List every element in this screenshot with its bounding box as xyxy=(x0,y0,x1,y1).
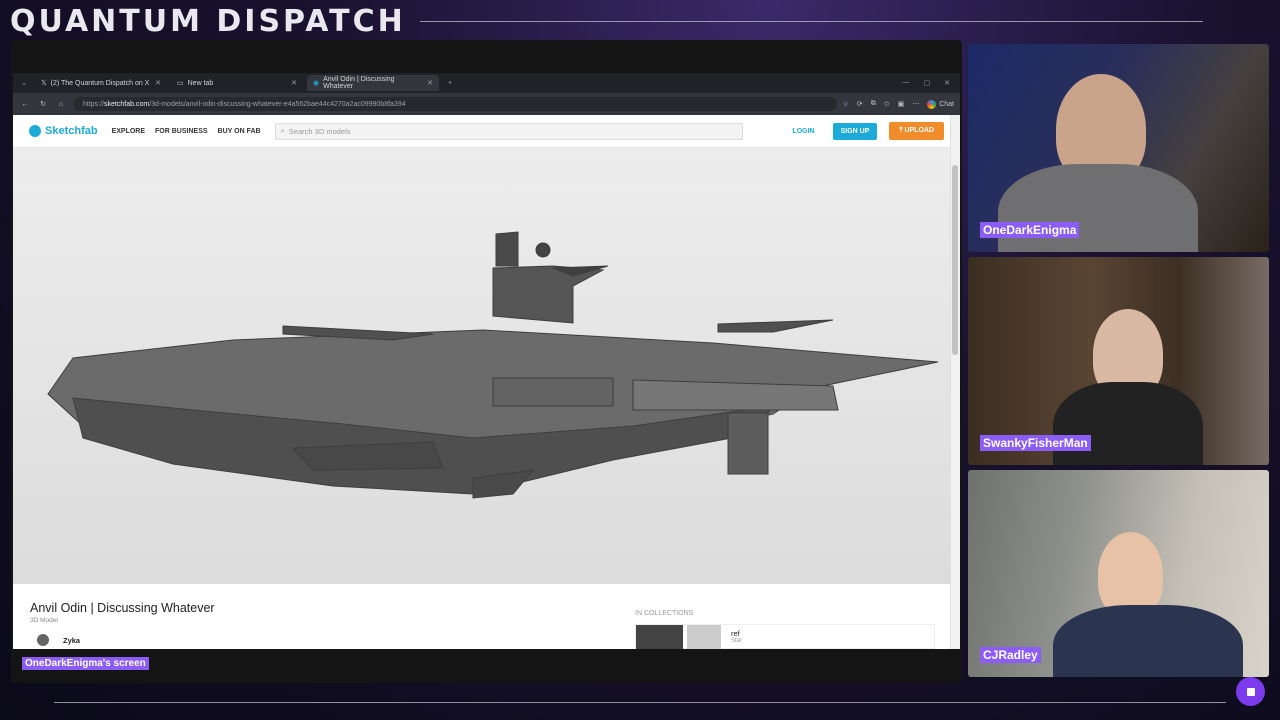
collection-sub: Star xyxy=(731,638,743,644)
reload-icon[interactable]: ↻ xyxy=(37,100,49,108)
tab-label: Anvil Odin | Discussing Whatever xyxy=(323,76,395,90)
nav-explore[interactable]: EXPLORE xyxy=(112,128,145,135)
nav-for-business[interactable]: FOR BUSINESS xyxy=(155,128,208,135)
author-row[interactable]: Zyka xyxy=(37,634,80,646)
x-logo-icon: 𝕏 xyxy=(41,80,47,87)
upload-label: UPLOAD xyxy=(904,127,934,134)
collection-thumbnail xyxy=(687,625,721,649)
collection-text: ref Star xyxy=(725,625,742,648)
stop-icon xyxy=(1246,687,1255,696)
webcam-onedarkenigma: OneDarkEnigma xyxy=(968,44,1269,252)
chat-label: Chat xyxy=(939,100,954,108)
favorites-icon[interactable]: ✩ xyxy=(884,100,890,108)
webcam-swankyfisherman: SwankyFisherMan xyxy=(968,257,1269,465)
search-icon: ⌕ xyxy=(280,126,285,135)
url-field[interactable]: https://sketchfab.com/3d-models/anvil-od… xyxy=(73,97,837,111)
close-window-icon[interactable]: ✕ xyxy=(944,79,950,87)
copilot-icon xyxy=(927,99,937,109)
browser-window: ⌄ 𝕏 (2) The Quantum Dispatch on X ✕ ▭ Ne… xyxy=(13,73,960,649)
spaceship-model xyxy=(47,231,939,499)
chat-button[interactable]: Chat xyxy=(927,99,954,109)
sketchfab-logo-icon xyxy=(29,125,41,137)
streamer-body xyxy=(1053,382,1203,465)
collection-item[interactable]: ref Star xyxy=(635,624,935,649)
page-scrollbar[interactable] xyxy=(950,115,960,649)
nav-buy-on-fab[interactable]: BUY ON FAB xyxy=(218,128,261,135)
screen-share-label: OneDarkEnigma's screen xyxy=(22,657,149,670)
logo-text: Sketchfab xyxy=(45,125,98,137)
webcam-cjradley: CJRadley xyxy=(968,470,1269,677)
model-type: 3D Model xyxy=(30,617,58,624)
cam-name-label: SwankyFisherMan xyxy=(980,435,1091,451)
star-icon[interactable]: ☆ xyxy=(843,100,849,108)
cam-name-label: OneDarkEnigma xyxy=(980,222,1080,238)
author-name[interactable]: Zyka xyxy=(63,636,80,645)
footer-divider xyxy=(54,702,1226,703)
close-tab-icon[interactable]: ✕ xyxy=(155,79,161,87)
collection-thumbnail xyxy=(636,625,683,649)
close-tab-icon[interactable]: ✕ xyxy=(427,79,433,87)
search-input[interactable]: ⌕ Search 3D models xyxy=(274,122,743,140)
model-viewer[interactable] xyxy=(13,148,950,584)
tab-label: (2) The Quantum Dispatch on X xyxy=(50,79,150,87)
model-title: Anvil Odin | Discussing Whatever xyxy=(30,601,215,615)
brand-title: QUANTUM DISPATCH xyxy=(10,4,406,39)
more-menu-icon[interactable]: ⋯ xyxy=(912,100,919,108)
sketchfab-favicon-icon: ◉ xyxy=(313,80,320,87)
tab-new-tab[interactable]: ▭ New tab ✕ xyxy=(171,75,303,91)
sketchfab-nav: EXPLORE FOR BUSINESS BUY ON FAB xyxy=(112,128,261,135)
minimize-icon[interactable]: — xyxy=(903,79,910,87)
page-icon: ▭ xyxy=(177,80,184,87)
window-controls: — ▢ ✕ xyxy=(903,79,961,87)
url-path: /3d-models/anvil-odin-discussing-whateve… xyxy=(149,100,406,108)
url-prefix: https:// xyxy=(83,100,105,108)
sketchfab-logo[interactable]: Sketchfab xyxy=(29,125,98,137)
upload-button[interactable]: ⤒ UPLOAD xyxy=(889,122,944,140)
maximize-icon[interactable]: ▢ xyxy=(924,79,931,87)
collections-icon[interactable]: ▣ xyxy=(898,100,905,108)
author-avatar xyxy=(37,634,49,646)
collections-heading: IN COLLECTIONS xyxy=(635,610,694,617)
cam-name-label: CJRadley xyxy=(980,647,1041,663)
sketchfab-account-actions: LOGIN SIGN UP ⤒ UPLOAD xyxy=(792,122,944,140)
login-link[interactable]: LOGIN xyxy=(792,128,814,135)
address-bar-row: ← ↻ ⌂ https://sketchfab.com/3d-models/an… xyxy=(13,93,960,115)
home-icon[interactable]: ⌂ xyxy=(55,101,67,108)
tab-list-chevron-icon[interactable]: ⌄ xyxy=(17,79,31,87)
back-arrow-icon[interactable]: ← xyxy=(19,101,31,108)
scrollbar-thumb[interactable] xyxy=(952,165,958,355)
model-info: Anvil Odin | Discussing Whatever 3D Mode… xyxy=(30,601,215,624)
tab-bar: ⌄ 𝕏 (2) The Quantum Dispatch on X ✕ ▭ Ne… xyxy=(13,73,960,93)
url-domain: sketchfab.com xyxy=(104,100,150,108)
collection-name: ref xyxy=(731,629,740,638)
signup-button[interactable]: SIGN UP xyxy=(832,122,878,140)
tab-label: New tab xyxy=(187,79,214,87)
search-placeholder: Search 3D models xyxy=(288,126,351,136)
stop-record-button[interactable] xyxy=(1236,677,1265,706)
extensions-icon[interactable]: ⧉ xyxy=(871,100,876,108)
streamer-body xyxy=(1053,605,1243,677)
toolbar-icons: ☆ ⟳ ⧉ ✩ ▣ ⋯ Chat xyxy=(843,99,954,109)
new-tab-plus-icon[interactable]: + xyxy=(443,80,457,87)
tab-anvil-odin[interactable]: ◉ Anvil Odin | Discussing Whatever ✕ xyxy=(307,75,439,91)
streamer-body xyxy=(998,164,1198,252)
close-tab-icon[interactable]: ✕ xyxy=(291,79,297,87)
tab-quantum-dispatch[interactable]: 𝕏 (2) The Quantum Dispatch on X ✕ xyxy=(35,75,167,91)
sketchfab-header: Sketchfab EXPLORE FOR BUSINESS BUY ON FA… xyxy=(13,115,960,148)
header-divider xyxy=(420,21,1203,22)
refresh-extension-icon[interactable]: ⟳ xyxy=(857,100,863,108)
